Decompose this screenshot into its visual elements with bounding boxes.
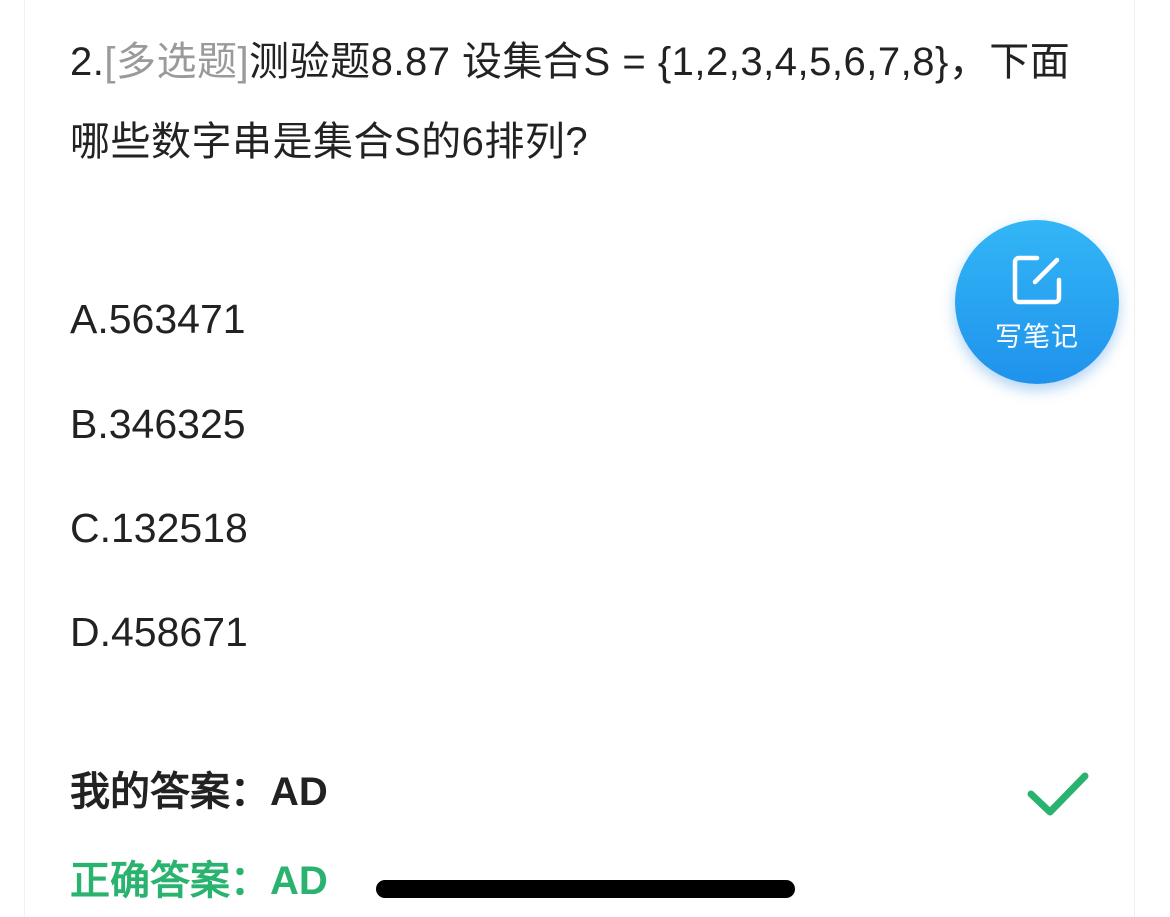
card-left-edge	[24, 0, 25, 917]
my-answer: 我的答案：AD	[70, 770, 328, 814]
correct-answer: 正确答案：AD	[70, 859, 328, 903]
option-d[interactable]: D.458671	[70, 607, 248, 657]
question-stem: 2.[多选题]测验题8.87 设集合S = {1,2,3,4,5,6,7,8}，…	[70, 22, 1100, 182]
option-b[interactable]: B.346325	[70, 399, 246, 449]
home-indicator[interactable]	[376, 880, 795, 898]
question-number: 2.	[70, 40, 105, 84]
question-type-tag: [多选题]	[104, 40, 250, 84]
edit-note-icon	[1012, 255, 1062, 305]
check-icon	[1027, 772, 1089, 816]
option-c[interactable]: C.132518	[70, 503, 248, 553]
question-page: 2.[多选题]测验题8.87 设集合S = {1,2,3,4,5,6,7,8}，…	[0, 0, 1170, 917]
write-note-button[interactable]: 写笔记	[955, 220, 1119, 384]
card-right-edge	[1134, 0, 1135, 917]
write-note-label: 写笔记	[995, 322, 1079, 352]
option-a[interactable]: A.563471	[70, 294, 246, 344]
